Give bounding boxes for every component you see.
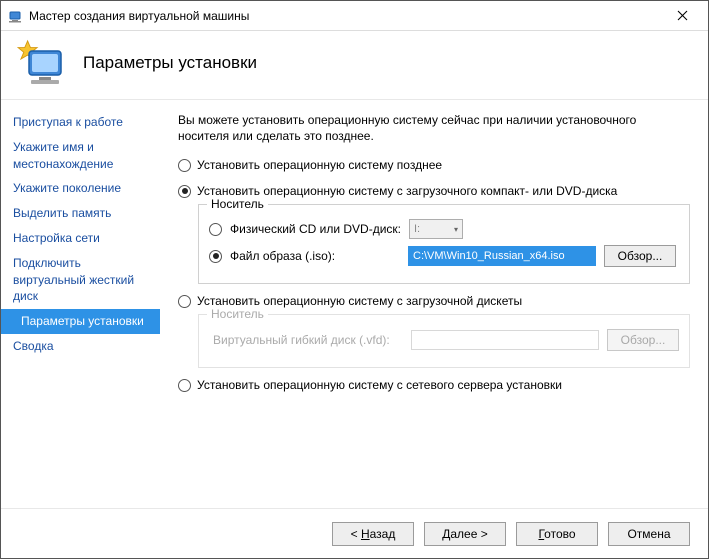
wizard-footer: < Назад Далее > Готово Отмена bbox=[1, 508, 708, 558]
radio-install-cddvd-label: Установить операционную систему с загруз… bbox=[197, 184, 617, 198]
radio-install-floppy[interactable] bbox=[178, 295, 191, 308]
wizard-icon bbox=[17, 39, 67, 87]
browse-vfd-button: Обзор... bbox=[607, 329, 679, 351]
radio-physical-disc[interactable] bbox=[209, 223, 222, 236]
sidebar-item-5[interactable]: Подключить виртуальный жесткий диск bbox=[1, 251, 160, 309]
sidebar-item-3[interactable]: Выделить память bbox=[1, 201, 160, 226]
back-button[interactable]: < Назад bbox=[332, 522, 414, 546]
app-icon bbox=[7, 8, 23, 24]
finish-button[interactable]: Готово bbox=[516, 522, 598, 546]
radio-install-cddvd[interactable] bbox=[178, 185, 191, 198]
chevron-down-icon: ▾ bbox=[454, 225, 458, 234]
sidebar-item-4[interactable]: Настройка сети bbox=[1, 226, 160, 251]
main-panel: Вы можете установить операционную систем… bbox=[160, 100, 708, 508]
browse-iso-button[interactable]: Обзор... bbox=[604, 245, 676, 267]
radio-install-later-label: Установить операционную систему позднее bbox=[197, 158, 442, 172]
titlebar: Мастер создания виртуальной машины bbox=[1, 1, 708, 31]
sidebar-item-7[interactable]: Сводка bbox=[1, 334, 160, 359]
next-button[interactable]: Далее > bbox=[424, 522, 506, 546]
vfd-path-input bbox=[411, 330, 599, 350]
sidebar-item-1[interactable]: Укажите имя и местонахождение bbox=[1, 135, 160, 177]
window-title: Мастер создания виртуальной машины bbox=[29, 9, 662, 23]
drive-select[interactable]: I: ▾ bbox=[409, 219, 463, 239]
iso-path-input[interactable] bbox=[408, 246, 596, 266]
radio-install-later[interactable] bbox=[178, 159, 191, 172]
vfd-label: Виртуальный гибкий диск (.vfd): bbox=[213, 333, 403, 347]
floppy-legend: Носитель bbox=[207, 307, 268, 321]
physical-disc-label: Физический CD или DVD-диск: bbox=[230, 222, 401, 236]
wizard-sidebar: Приступая к работеУкажите имя и местонах… bbox=[1, 100, 160, 508]
intro-text: Вы можете установить операционную систем… bbox=[178, 112, 690, 144]
cancel-button[interactable]: Отмена bbox=[608, 522, 690, 546]
media-fieldset-cddvd: Носитель Физический CD или DVD-диск: I: … bbox=[198, 204, 690, 284]
drive-select-value: I: bbox=[414, 223, 420, 235]
wizard-header: Параметры установки bbox=[1, 31, 708, 99]
radio-iso-image[interactable] bbox=[209, 250, 222, 263]
sidebar-item-0[interactable]: Приступая к работе bbox=[1, 110, 160, 135]
radio-install-network[interactable] bbox=[178, 379, 191, 392]
media-legend: Носитель bbox=[207, 197, 268, 211]
close-button[interactable] bbox=[662, 1, 702, 31]
page-title: Параметры установки bbox=[83, 53, 257, 73]
sidebar-item-2[interactable]: Укажите поколение bbox=[1, 176, 160, 201]
radio-install-floppy-label: Установить операционную систему с загруз… bbox=[197, 294, 522, 308]
media-fieldset-floppy: Носитель Виртуальный гибкий диск (.vfd):… bbox=[198, 314, 690, 368]
sidebar-item-6[interactable]: Параметры установки bbox=[1, 309, 160, 334]
iso-label: Файл образа (.iso): bbox=[230, 249, 400, 263]
radio-install-network-label: Установить операционную систему с сетево… bbox=[197, 378, 562, 392]
